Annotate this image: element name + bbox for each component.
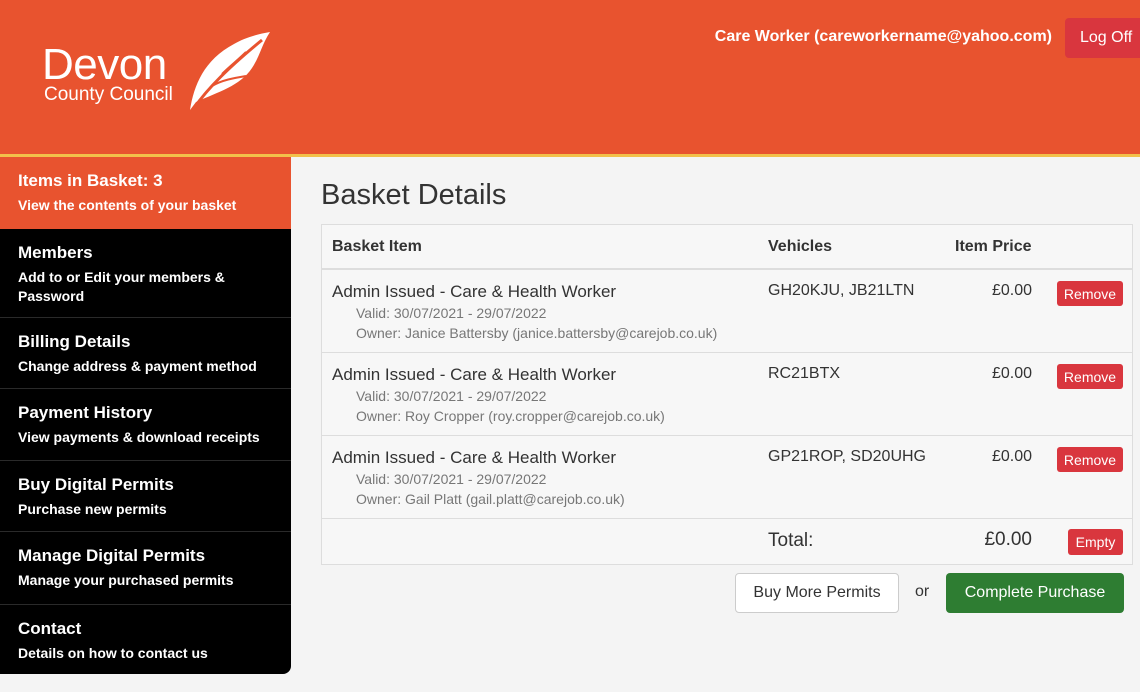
basket-item-valid: Valid: 30/07/2021 - 29/07/2022	[356, 305, 547, 321]
column-header-item-price: Item Price	[955, 238, 1032, 255]
table-header: Basket Item Vehicles Item Price	[322, 225, 1132, 270]
sidebar-item-buy-digital-permits[interactable]: Buy Digital Permits Purchase new permits	[0, 461, 291, 532]
page-title: Basket Details	[321, 179, 507, 211]
basket-item-owner: Owner: Roy Cropper (roy.cropper@carejob.…	[356, 408, 665, 424]
basket-item-name: Admin Issued - Care & Health Worker	[332, 448, 617, 467]
or-separator: or	[915, 583, 930, 600]
basket-table: Basket Item Vehicles Item Price Admin Is…	[321, 224, 1133, 565]
sidebar-item-payment-history[interactable]: Payment History View payments & download…	[0, 389, 291, 461]
sidebar-item-title: Buy Digital Permits	[18, 475, 174, 494]
devon-county-council-logo[interactable]: Devon County Council	[42, 30, 282, 112]
total-label: Total:	[768, 530, 814, 551]
basket-item-vehicles: RC21BTX	[768, 365, 841, 382]
user-account-label: Care Worker (careworkername@yahoo.com)	[714, 28, 1052, 45]
leaf-icon	[190, 32, 270, 110]
total-row: Total: £0.00 Empty	[322, 519, 1132, 564]
site-header: Devon County Council Care Worker (carewo…	[0, 0, 1140, 157]
sidebar-item-members[interactable]: Members Add to or Edit your members & Pa…	[0, 229, 291, 318]
sidebar-item-manage-digital-permits[interactable]: Manage Digital Permits Manage your purch…	[0, 532, 291, 605]
sidebar-item-subtitle: Manage your purchased permits	[18, 572, 234, 588]
sidebar-item-subtitle: Purchase new permits	[18, 501, 167, 517]
basket-item-price: £0.00	[991, 282, 1032, 299]
logo-text-county-council: County Council	[44, 84, 173, 105]
table-row: Admin Issued - Care & Health Worker Vali…	[322, 436, 1132, 519]
basket-item-owner: Owner: Janice Battersby (janice.battersb…	[356, 325, 718, 341]
sidebar-item-subtitle: View payments & download receipts	[18, 429, 260, 445]
sidebar-item-subtitle: Change address & payment method	[18, 358, 257, 374]
sidebar-item-basket[interactable]: Items in Basket: 3 View the contents of …	[0, 157, 291, 229]
sidebar-nav: Items in Basket: 3 View the contents of …	[0, 157, 291, 674]
remove-button[interactable]: Remove	[1057, 447, 1123, 472]
basket-item-valid: Valid: 30/07/2021 - 29/07/2022	[356, 388, 547, 404]
sidebar-item-title: Manage Digital Permits	[18, 546, 206, 565]
table-row: Admin Issued - Care & Health Worker Vali…	[322, 270, 1132, 353]
sidebar-item-billing-details[interactable]: Billing Details Change address & payment…	[0, 318, 291, 389]
sidebar-item-title: Members	[18, 243, 93, 262]
sidebar-item-title: Billing Details	[18, 332, 131, 351]
sidebar-item-subtitle: Add to or Edit your members & Password	[18, 269, 225, 304]
sidebar-item-subtitle: View the contents of your basket	[18, 197, 237, 213]
logo-text-devon: Devon	[42, 40, 167, 89]
remove-button[interactable]: Remove	[1057, 281, 1123, 306]
basket-item-vehicles: GH20KJU, JB21LTN	[768, 282, 915, 299]
total-value: £0.00	[984, 529, 1032, 550]
sidebar-item-contact[interactable]: Contact Details on how to contact us	[0, 605, 291, 674]
basket-item-price: £0.00	[991, 365, 1032, 382]
sidebar-item-title: Items in Basket: 3	[18, 171, 163, 190]
basket-item-valid: Valid: 30/07/2021 - 29/07/2022	[356, 471, 547, 487]
sidebar-item-title: Payment History	[18, 403, 153, 422]
column-header-vehicles: Vehicles	[768, 238, 833, 255]
basket-item-name: Admin Issued - Care & Health Worker	[332, 365, 617, 384]
basket-item-vehicles: GP21ROP, SD20UHG	[768, 448, 926, 465]
buy-more-permits-button[interactable]: Buy More Permits	[735, 573, 899, 613]
log-off-button[interactable]: Log Off	[1065, 18, 1140, 58]
basket-item-owner: Owner: Gail Platt (gail.platt@carejob.co…	[356, 491, 625, 507]
column-header-basket-item: Basket Item	[332, 238, 422, 255]
basket-item-name: Admin Issued - Care & Health Worker	[332, 282, 617, 301]
table-row: Admin Issued - Care & Health Worker Vali…	[322, 353, 1132, 436]
basket-item-price: £0.00	[991, 448, 1032, 465]
complete-purchase-button[interactable]: Complete Purchase	[946, 573, 1124, 613]
sidebar-item-subtitle: Details on how to contact us	[18, 645, 208, 661]
sidebar-item-title: Contact	[18, 619, 82, 638]
empty-basket-button[interactable]: Empty	[1068, 529, 1123, 555]
remove-button[interactable]: Remove	[1057, 364, 1123, 389]
